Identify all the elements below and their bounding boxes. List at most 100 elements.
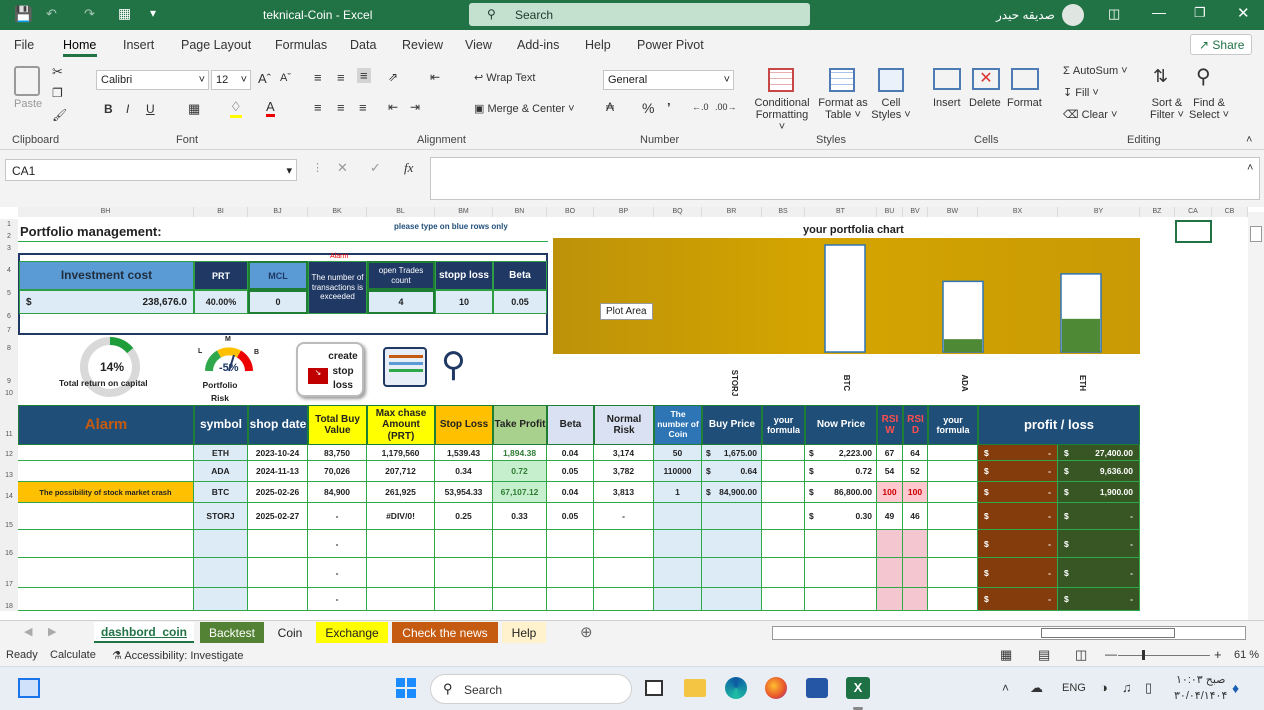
horizontal-scrollbar[interactable]	[772, 626, 1246, 640]
excel-icon[interactable]: X	[846, 677, 870, 699]
show-hidden-icons[interactable]: ˄	[1002, 681, 1009, 695]
report-icon[interactable]	[383, 347, 427, 387]
table-cell-buy-price[interactable]: $84,900.00	[702, 482, 762, 503]
vertical-scrollbar[interactable]	[1248, 212, 1264, 620]
worksheet-grid[interactable]: BH BI BJ BK BL BM BN BO BP BQ BR BS BT BU BV BW BX BY BZ CA…	[0, 207, 1248, 620]
align-top-icon[interactable]: ≡	[314, 70, 322, 85]
sort-filter-icon[interactable]: ⇅	[1153, 66, 1168, 87]
table-cell-date[interactable]: 2024-11-13	[248, 461, 308, 482]
table-cell-total[interactable]: -	[308, 558, 367, 588]
table-cell-symbol[interactable]: BTC	[194, 482, 248, 503]
share-button[interactable]: ↗ Share	[1190, 34, 1252, 55]
widgets-icon[interactable]	[18, 678, 40, 698]
menu-help[interactable]: Help	[585, 38, 611, 52]
table-cell-coin[interactable]: 110000	[654, 461, 702, 482]
prev-sheet-icon[interactable]: ◀	[24, 625, 32, 638]
table-cell-alarm[interactable]	[18, 445, 194, 461]
table-cell-profit[interactable]: $9,636.00	[1058, 461, 1140, 482]
table-cell-alarm[interactable]	[18, 588, 194, 611]
table-cell-date[interactable]	[248, 530, 308, 558]
table-cell-risk[interactable]: 3,782	[594, 461, 654, 482]
selected-cell[interactable]	[1175, 220, 1212, 243]
column-header[interactable]: BN	[493, 207, 547, 217]
rtl-icon[interactable]: ⇤	[430, 70, 440, 84]
table-cell-formula[interactable]	[762, 445, 805, 461]
column-header[interactable]: BS	[762, 207, 805, 217]
menu-power-pivot[interactable]: Power Pivot	[637, 38, 704, 52]
table-cell-coin[interactable]	[654, 588, 702, 611]
column-header[interactable]: BU	[877, 207, 903, 217]
table-cell-rsiw[interactable]: 49	[877, 503, 903, 530]
table-cell-alarm[interactable]	[18, 530, 194, 558]
delete-cells-icon[interactable]: ✕	[972, 68, 1000, 90]
italic-icon[interactable]: I	[126, 102, 129, 116]
table-cell-formula[interactable]	[928, 530, 978, 558]
table-cell-formula[interactable]	[762, 461, 805, 482]
format-cells-icon[interactable]	[1011, 68, 1039, 90]
table-cell-coin[interactable]	[654, 530, 702, 558]
table-cell-rsid[interactable]	[903, 530, 928, 558]
table-cell-sl[interactable]	[435, 530, 493, 558]
table-cell-loss[interactable]: $ -	[978, 445, 1058, 461]
column-header[interactable]: BY	[1058, 207, 1140, 217]
align-left-icon[interactable]: ≡	[314, 100, 322, 115]
table-cell-rsiw[interactable]: 67	[877, 445, 903, 461]
menu-formulas[interactable]: Formulas	[275, 38, 327, 52]
table-cell-tp[interactable]: 67,107.12	[493, 482, 547, 503]
table-cell-date[interactable]	[248, 558, 308, 588]
table-cell-total[interactable]: 84,900	[308, 482, 367, 503]
table-cell-max[interactable]: 207,712	[367, 461, 435, 482]
bold-icon[interactable]: B	[104, 102, 113, 116]
save-icon[interactable]: 💾	[14, 5, 33, 23]
table-cell-buy-price[interactable]	[702, 503, 762, 530]
increase-font-icon[interactable]: Aˆ	[258, 71, 271, 86]
zoom-in-icon[interactable]: +	[1214, 647, 1222, 662]
sync-icon[interactable]: ☁	[1030, 680, 1043, 696]
format-cells-button[interactable]: Format	[1007, 97, 1042, 109]
row-header[interactable]: 14	[0, 480, 18, 501]
page-layout-icon[interactable]: ▤	[1038, 647, 1050, 663]
row-header[interactable]: 7	[0, 321, 18, 335]
table-cell-total[interactable]: -	[308, 530, 367, 558]
align-middle-icon[interactable]: ≡	[337, 70, 345, 85]
table-cell-beta[interactable]	[547, 530, 594, 558]
table-cell-symbol[interactable]	[194, 558, 248, 588]
menu-page-layout[interactable]: Page Layout	[181, 38, 251, 52]
conditional-formatting-icon[interactable]	[768, 68, 794, 92]
row-header[interactable]: 15	[0, 501, 18, 530]
increase-decimal-icon[interactable]: ←.0	[692, 102, 709, 112]
beta-value[interactable]: 0.05	[493, 290, 547, 314]
table-cell-profit[interactable]: $ -	[1058, 530, 1140, 558]
table-cell-risk[interactable]	[594, 558, 654, 588]
firefox-icon[interactable]	[765, 677, 787, 699]
edge-icon[interactable]	[725, 677, 747, 699]
expand-formula-icon[interactable]: ˄	[1247, 162, 1253, 174]
cut-icon[interactable]: ✂	[52, 64, 63, 80]
table-cell-profit[interactable]: $27,400.00	[1058, 445, 1140, 461]
table-cell-max[interactable]	[367, 530, 435, 558]
table-cell-max[interactable]: 261,925	[367, 482, 435, 503]
search-box[interactable]: ⚲ Search	[469, 3, 810, 26]
ribbon-display-icon[interactable]: ◫	[1108, 6, 1120, 22]
underline-icon[interactable]: U	[146, 102, 155, 116]
table-cell-now-price[interactable]	[805, 588, 877, 611]
copy-icon[interactable]: ❐	[52, 86, 63, 100]
table-icon[interactable]: ▦	[118, 5, 131, 22]
paste-icon[interactable]	[14, 66, 40, 96]
table-cell-buy-price[interactable]: $0.64	[702, 461, 762, 482]
table-cell-risk[interactable]: 3,174	[594, 445, 654, 461]
number-format-select[interactable]: General ˅	[603, 70, 734, 90]
table-cell-date[interactable]	[248, 588, 308, 611]
delete-cells-button[interactable]: Delete	[969, 97, 1001, 109]
row-header[interactable]: 16	[0, 530, 18, 558]
fill-button[interactable]: ↧ Fill ˅	[1063, 86, 1099, 99]
table-cell-buy-price[interactable]	[702, 588, 762, 611]
decrease-indent-icon[interactable]: ⇤	[388, 100, 398, 114]
column-header[interactable]: BJ	[248, 207, 308, 217]
sort-filter-button[interactable]: Sort & Filter ˅	[1150, 97, 1184, 121]
table-cell-formula[interactable]	[928, 558, 978, 588]
wrap-text-button[interactable]: ↩ Wrap Text	[474, 71, 535, 84]
column-header[interactable]: CB	[1212, 207, 1248, 217]
table-cell-tp[interactable]	[493, 588, 547, 611]
table-cell-tp[interactable]: 1,894.38	[493, 445, 547, 461]
